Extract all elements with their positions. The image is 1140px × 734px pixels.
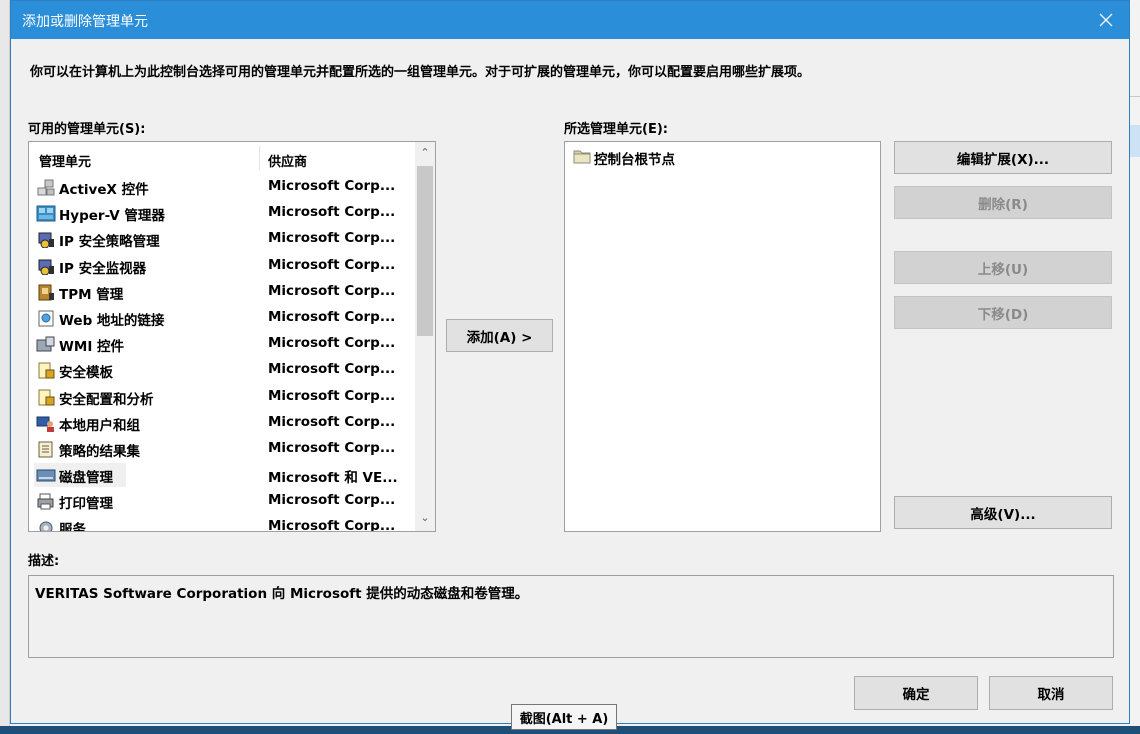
selected-snapins-list[interactable]: 控制台根节点 bbox=[564, 141, 881, 532]
scroll-down-icon[interactable]: ⌄ bbox=[415, 511, 435, 527]
snapin-name: 服务 bbox=[59, 522, 86, 532]
snapin-name: 安全模板 bbox=[59, 365, 113, 382]
add-remove-snapins-dialog: 添加或删除管理单元 你可以在计算机上为此控制台选择可用的管理单元并配置所选的一组… bbox=[10, 0, 1130, 724]
scroll-up-icon[interactable]: ⌃ bbox=[415, 146, 435, 162]
intro-text: 你可以在计算机上为此控制台选择可用的管理单元并配置所选的一组管理单元。对于可扩展… bbox=[30, 65, 811, 80]
description-text: VERITAS Software Corporation 向 Microsoft… bbox=[35, 586, 529, 602]
list-item[interactable]: IP 安全监视器 Microsoft Corp... bbox=[29, 253, 415, 279]
snapin-name: 本地用户和组 bbox=[59, 417, 140, 434]
list-item[interactable]: 打印管理 Microsoft Corp... bbox=[29, 488, 415, 514]
move-down-button[interactable]: 下移(D) bbox=[894, 296, 1112, 329]
remove-button[interactable]: 删除(R) bbox=[894, 186, 1112, 219]
edit-extensions-button[interactable]: 编辑扩展(X)... bbox=[894, 141, 1112, 174]
snapin-vendor: Microsoft Corp... bbox=[268, 335, 396, 352]
list-item[interactable]: 服务 Microsoft Corp... bbox=[29, 514, 415, 532]
selected-snapins-label: 所选管理单元(E): bbox=[564, 122, 668, 137]
list-item[interactable]: 安全模板 Microsoft Corp... bbox=[29, 357, 415, 383]
background-window-right bbox=[1130, 0, 1140, 734]
list-item[interactable]: Web 地址的链接 Microsoft Corp... bbox=[29, 305, 415, 331]
snapin-vendor: Microsoft Corp... bbox=[268, 413, 396, 430]
list-item[interactable]: 安全配置和分析 Microsoft Corp... bbox=[29, 384, 415, 410]
ok-button[interactable]: 确定 bbox=[854, 676, 978, 710]
title-bar[interactable]: 添加或删除管理单元 bbox=[11, 1, 1129, 39]
scroll-thumb[interactable] bbox=[417, 166, 433, 336]
window-title: 添加或删除管理单元 bbox=[22, 14, 148, 30]
snapin-name: Web 地址的链接 bbox=[59, 312, 165, 329]
description-label: 描述: bbox=[28, 554, 60, 569]
list-item[interactable]: IP 安全策略管理 Microsoft Corp... bbox=[29, 226, 415, 252]
add-button[interactable]: 添加(A) > bbox=[446, 319, 553, 352]
snapin-name: WMI 控件 bbox=[59, 339, 125, 356]
snapin-name: Hyper-V 管理器 bbox=[59, 208, 165, 225]
list-header: 管理单元 供应商 bbox=[29, 142, 415, 174]
cancel-button[interactable]: 取消 bbox=[989, 676, 1113, 710]
snapin-name: IP 安全策略管理 bbox=[59, 234, 160, 251]
disk-management-icon bbox=[36, 469, 56, 482]
close-button[interactable] bbox=[1083, 1, 1129, 39]
web-link-icon bbox=[38, 310, 54, 327]
snapin-vendor: Microsoft 和 VE... bbox=[268, 470, 398, 487]
snapin-name: 策略的结果集 bbox=[59, 443, 140, 460]
security-config-icon bbox=[38, 389, 55, 405]
ip-security-policy-icon bbox=[38, 232, 54, 249]
snapin-name: ActiveX 控件 bbox=[59, 182, 149, 198]
close-icon bbox=[1099, 13, 1113, 27]
snapin-name: 安全配置和分析 bbox=[59, 391, 154, 408]
list-item[interactable]: TPM 管理 Microsoft Corp... bbox=[29, 279, 415, 305]
list-scrollbar[interactable]: ⌃ ⌄ bbox=[415, 142, 435, 531]
list-item[interactable]: ActiveX 控件 Microsoft Corp... bbox=[29, 174, 415, 200]
print-management-icon bbox=[37, 493, 54, 510]
list-item[interactable]: 本地用户和组 Microsoft Corp... bbox=[29, 410, 415, 436]
snapin-vendor: Microsoft Corp... bbox=[268, 204, 396, 221]
wmi-control-icon bbox=[36, 336, 55, 352]
available-snapins-label: 可用的管理单元(S): bbox=[28, 122, 146, 137]
snapin-vendor: Microsoft Corp... bbox=[268, 256, 396, 273]
list-item[interactable]: Hyper-V 管理器 Microsoft Corp... bbox=[29, 200, 415, 226]
snapin-vendor: Microsoft Corp... bbox=[268, 308, 396, 325]
hyperv-manager-icon bbox=[36, 205, 56, 222]
column-header-name[interactable]: 管理单元 bbox=[39, 151, 91, 170]
column-header-vendor[interactable]: 供应商 bbox=[268, 151, 307, 170]
snapin-vendor: Microsoft Corp... bbox=[268, 387, 396, 404]
snapin-vendor: Microsoft Corp... bbox=[268, 439, 396, 456]
snapin-name: 磁盘管理 bbox=[59, 470, 113, 487]
screenshot-tooltip: 截图(Alt + A) bbox=[511, 704, 617, 730]
snapin-name: 打印管理 bbox=[59, 496, 113, 513]
snapin-vendor: Microsoft Corp... bbox=[268, 178, 396, 194]
snapin-vendor: Microsoft Corp... bbox=[268, 492, 396, 509]
snapin-vendor: Microsoft Corp... bbox=[268, 361, 396, 378]
services-icon bbox=[39, 521, 53, 531]
folder-icon bbox=[573, 150, 591, 164]
policy-result-icon bbox=[38, 441, 53, 458]
snapin-name: TPM 管理 bbox=[59, 286, 124, 303]
list-item[interactable]: WMI 控件 Microsoft Corp... bbox=[29, 331, 415, 357]
description-box: VERITAS Software Corporation 向 Microsoft… bbox=[28, 575, 1114, 658]
security-template-icon bbox=[38, 362, 55, 379]
snapin-vendor: Microsoft Corp... bbox=[268, 282, 396, 299]
activex-control-icon bbox=[37, 179, 55, 196]
advanced-button[interactable]: 高级(V)... bbox=[894, 496, 1112, 529]
snapin-vendor: Microsoft Corp... bbox=[268, 518, 396, 532]
available-snapins-list[interactable]: 管理单元 供应商 ActiveX 控件 Microsoft Corp... Hype… bbox=[28, 141, 436, 532]
snapin-name: IP 安全监视器 bbox=[59, 260, 147, 277]
ip-security-monitor-icon bbox=[38, 259, 54, 275]
list-item[interactable]: 磁盘管理 Microsoft 和 VE... bbox=[29, 462, 415, 488]
list-item[interactable]: 策略的结果集 Microsoft Corp... bbox=[29, 436, 415, 462]
snapin-vendor: Microsoft Corp... bbox=[268, 230, 396, 247]
tpm-icon bbox=[38, 284, 54, 301]
local-users-icon bbox=[36, 416, 54, 432]
move-up-button[interactable]: 上移(U) bbox=[894, 251, 1112, 284]
background-window-left bbox=[0, 0, 10, 734]
